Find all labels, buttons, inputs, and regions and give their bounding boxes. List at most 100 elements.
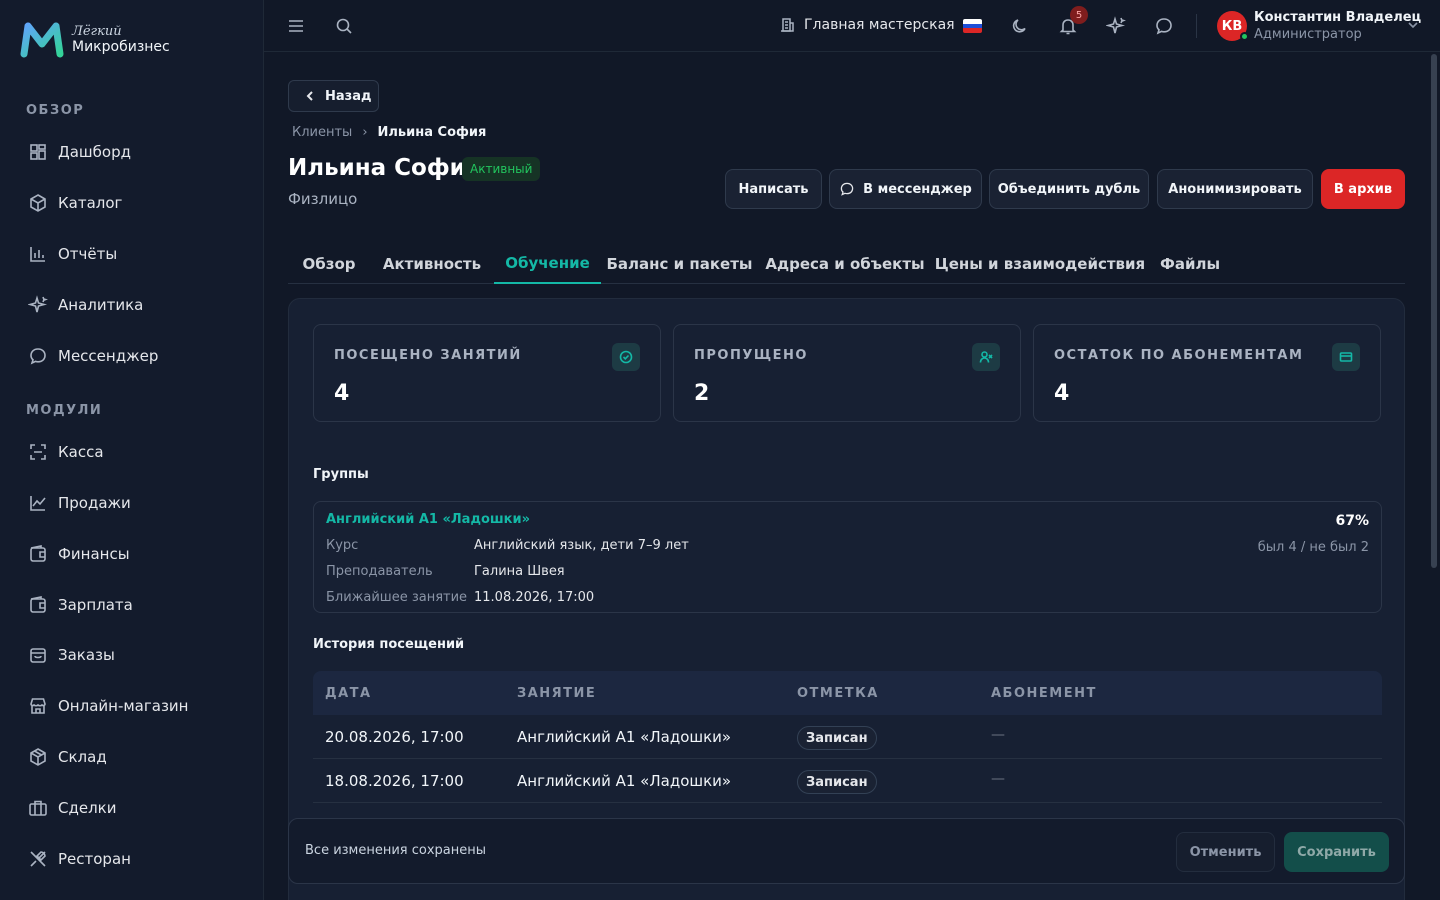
wallet-icon [30,545,46,562]
sidebar-item-salary[interactable]: Зарплата [28,593,133,617]
bag-icon [30,648,46,663]
sidebar-item-restaurant[interactable]: Ресторан [28,847,131,871]
sidebar-item-dashboard[interactable]: Дашборд [28,140,131,164]
table-row[interactable]: 18.08.2026, 17:00 Английский A1 «Ладошки… [313,759,1382,803]
tab-balance[interactable]: Баланс и пакеты [601,244,758,284]
anonymize-label: Анонимизировать [1168,181,1302,197]
sidebar-item-online-store[interactable]: Онлайн-магазин [28,694,188,718]
chat-icon[interactable] [1154,16,1174,36]
stat-card-missed: ПРОПУЩЕНО 2 [673,324,1021,422]
sidebar-item-finance[interactable]: Финансы [28,542,130,566]
sidebar-item-orders[interactable]: Заказы [28,643,115,667]
building-icon [781,18,794,32]
anonymize-button[interactable]: Анонимизировать [1157,169,1313,209]
tab-addresses[interactable]: Адреса и объекты [758,244,932,284]
back-button[interactable]: Назад [288,80,379,112]
tab-prices[interactable]: Цены и взаимодействия [932,244,1148,284]
sidebar-item-label: Каталог [58,194,123,212]
education-panel: ПОСЕЩЕНО ЗАНЯТИЙ 4 ПРОПУЩЕНО 2 ОСТАТОК П… [288,298,1405,900]
tab-education[interactable]: Обучение [494,244,601,284]
wallet-icon [30,596,46,613]
tab-activity[interactable]: Активность [370,244,494,284]
group-card[interactable]: Английский A1 «Ладошки» Курс Английский … [313,501,1382,613]
attendance-summary: был 4 / не был 2 [1257,540,1369,555]
next-lesson-value: 11.08.2026, 17:00 [474,590,595,605]
page-title: Ильина София [288,155,481,181]
tab-overview[interactable]: Обзор [288,244,370,284]
save-button[interactable]: Сохранить [1284,832,1389,872]
store-icon [30,698,46,714]
archive-button[interactable]: В архив [1321,169,1405,209]
user-name[interactable]: Константин Владелец [1254,10,1421,25]
chevron-down-icon[interactable] [1406,18,1420,32]
stat-value: 2 [694,381,710,406]
merge-duplicate-button[interactable]: Объединить дубль [989,169,1149,209]
mark-badge[interactable]: Записан [797,770,877,794]
history-title: История посещений [313,637,465,652]
course-label: Курс [326,538,359,553]
sidebar-item-label: Дашборд [58,143,131,161]
table-header: ДАТА ЗАНЯТИЕ ОТМЕТКА АБОНЕМЕНТ [313,671,1382,715]
stat-value: 4 [1054,381,1070,406]
logo[interactable]: Лёгкий Микробизнес [20,20,170,58]
stat-label: ПОСЕЩЕНО ЗАНЯТИЙ [334,348,522,363]
history-table: ДАТА ЗАНЯТИЕ ОТМЕТКА АБОНЕМЕНТ 20.08.202… [313,671,1382,803]
table-row[interactable]: 20.08.2026, 17:00 Английский A1 «Ладошки… [313,715,1382,759]
breadcrumb-separator-icon: › [362,125,368,140]
column-mark[interactable]: ОТМЕТКА [797,686,879,701]
logo-line2: Микробизнес [72,38,170,55]
next-lesson-label: Ближайшее занятие [326,590,468,605]
cancel-button[interactable]: Отменить [1176,832,1275,872]
column-date[interactable]: ДАТА [325,686,372,701]
sidebar-item-label: Мессенджер [58,347,159,365]
group-name[interactable]: Английский A1 «Ладошки» [326,512,530,527]
messenger-label: В мессенджер [863,181,972,197]
sidebar-item-sales[interactable]: Продажи [28,491,131,515]
logo-line1: Лёгкий [72,23,122,39]
card-icon [1332,343,1360,371]
save-status: Все изменения сохранены [305,843,487,858]
sidebar-item-catalog[interactable]: Каталог [28,191,122,215]
nav-section-modules: МОДУЛИ [26,403,103,418]
row-lesson: Английский A1 «Ладошки» [517,728,732,746]
row-subscription: — [991,727,1005,743]
sidebar-item-label: Онлайн-магазин [58,697,189,715]
user-x-icon [972,343,1000,371]
column-subscription[interactable]: АБОНЕМЕНТ [991,686,1097,701]
stat-label: ПРОПУЩЕНО [694,348,808,363]
language-flag-icon[interactable] [963,19,982,33]
sidebar-item-warehouse[interactable]: Склад [28,745,107,769]
sidebar-item-cashbox[interactable]: Касса [28,440,104,464]
tab-files[interactable]: Файлы [1148,244,1232,284]
sidebar-item-reports[interactable]: Отчёты [28,242,117,266]
tabs: Обзор Активность Обучение Баланс и пакет… [288,244,1405,284]
sidebar-item-analytics[interactable]: Аналитика [28,293,143,317]
topbar-divider [1196,14,1197,38]
page-subtitle: Физлицо [288,190,358,208]
row-date: 20.08.2026, 17:00 [325,728,464,746]
sidebar-item-label: Заказы [58,646,115,664]
theme-toggle-icon[interactable] [1010,16,1030,36]
mark-badge[interactable]: Записан [797,726,877,750]
write-button[interactable]: Написать [725,169,822,209]
column-lesson[interactable]: ЗАНЯТИЕ [517,686,596,701]
search-icon[interactable] [334,16,354,36]
online-status-dot [1240,32,1249,41]
sidebar-item-label: Ресторан [58,850,131,868]
archive-label: В архив [1333,181,1393,197]
package-icon [30,748,46,766]
scrollbar[interactable] [1431,54,1437,568]
sparkles-icon[interactable] [1104,16,1127,36]
messenger-button[interactable]: В мессенджер [829,169,982,209]
workshop-selector[interactable]: Главная мастерская [780,17,955,33]
utensils-icon [30,851,46,867]
user-role: Администратор [1254,27,1362,42]
check-circle-icon [612,343,640,371]
sidebar-item-label: Зарплата [58,596,133,614]
stat-card-subscription-balance: ОСТАТОК ПО АБОНЕМЕНТАМ 4 [1033,324,1381,422]
back-label: Назад [325,88,372,104]
sidebar-item-deals[interactable]: Сделки [28,796,116,820]
breadcrumb-parent[interactable]: Клиенты [292,125,352,140]
sidebar-item-messenger[interactable]: Мессенджер [28,344,158,368]
menu-icon[interactable] [286,16,306,36]
